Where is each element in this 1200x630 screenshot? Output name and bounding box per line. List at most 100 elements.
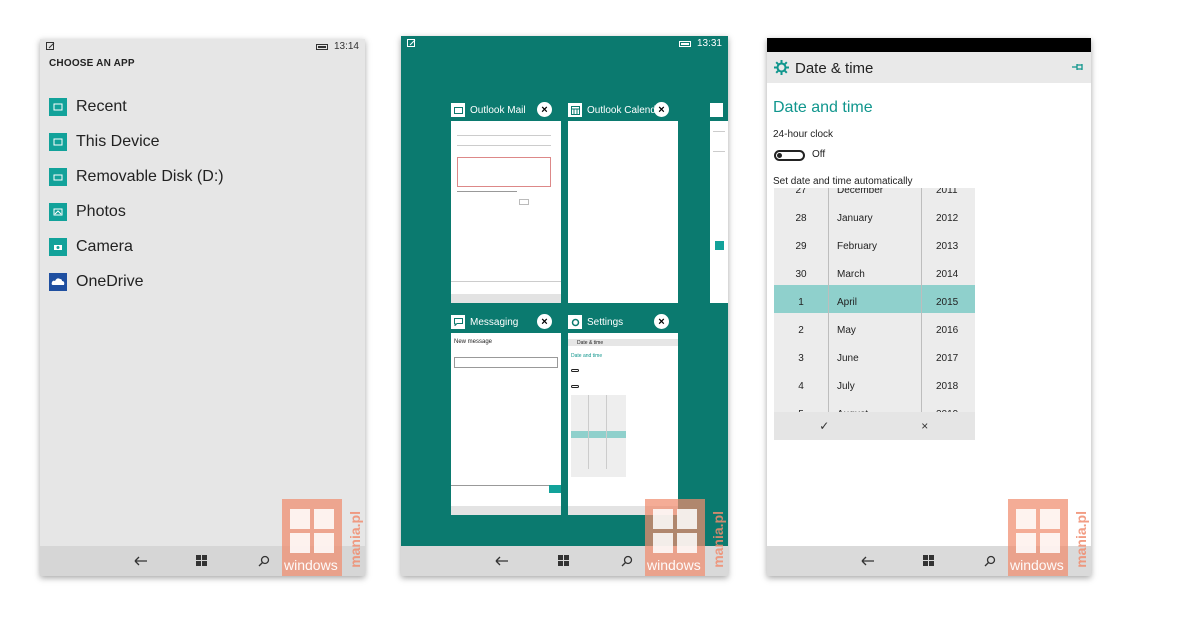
search-button[interactable] <box>612 548 642 574</box>
month-option[interactable]: July <box>829 372 921 400</box>
notification-icon <box>407 39 416 51</box>
card-title: Outlook Calend <box>587 104 656 116</box>
list-item-removable-disk[interactable]: Removable Disk (D:) <box>49 159 224 194</box>
year-option[interactable]: 2012 <box>922 204 975 232</box>
mini-header: Date & time <box>577 340 604 346</box>
day-option[interactable]: 30 <box>774 260 828 288</box>
list-item-label: Removable Disk (D:) <box>76 167 224 185</box>
mini-title: New message <box>454 339 493 345</box>
onedrive-icon <box>49 272 67 291</box>
day-option[interactable]: 27 <box>774 188 828 204</box>
close-button[interactable]: × <box>654 102 669 117</box>
day-option[interactable]: 3 <box>774 344 828 372</box>
month-option[interactable]: May <box>829 316 921 344</box>
watermark-text: windows <box>647 557 701 573</box>
notification-icon <box>46 42 55 54</box>
day-column[interactable]: 2728293012345 <box>774 188 828 412</box>
list-item-label: OneDrive <box>76 272 144 290</box>
messaging-icon <box>451 315 465 329</box>
card-title: Settings <box>587 316 624 328</box>
month-option[interactable]: June <box>829 344 921 372</box>
year-column[interactable]: 201120122013201420152016201720182019 <box>922 188 975 412</box>
task-card-outlook-calendar[interactable]: Outlook Calend × <box>568 101 678 303</box>
back-button[interactable] <box>126 548 156 574</box>
search-button[interactable] <box>249 548 279 574</box>
device-icon <box>49 132 67 151</box>
windows-icon <box>196 555 208 566</box>
search-button[interactable] <box>975 548 1005 574</box>
search-icon <box>984 555 996 567</box>
day-option[interactable]: 5 <box>774 400 828 413</box>
back-arrow-icon <box>861 556 874 566</box>
year-option[interactable]: 2011 <box>922 188 975 204</box>
date-picker[interactable]: 2728293012345 DecemberJanuaryFebruaryMar… <box>774 188 975 440</box>
month-option[interactable]: March <box>829 260 921 288</box>
month-option[interactable]: February <box>829 232 921 260</box>
pin-button[interactable] <box>1071 60 1085 75</box>
24-hour-toggle[interactable] <box>774 150 805 161</box>
day-option[interactable]: 4 <box>774 372 828 400</box>
toggle-state: Off <box>812 149 826 160</box>
back-arrow-icon <box>134 556 147 566</box>
camera-icon <box>49 237 67 256</box>
watermark: windows mania.pl <box>282 499 365 576</box>
month-option[interactable]: April <box>829 288 921 316</box>
confirm-button[interactable]: ✓ <box>774 419 875 433</box>
recent-icon <box>49 97 67 116</box>
task-card-messaging[interactable]: Messaging × New message <box>451 313 561 515</box>
search-icon <box>621 555 632 567</box>
windows-logo-icon <box>653 509 697 553</box>
task-card-settings[interactable]: Settings × Date & time Date and time <box>568 313 678 515</box>
windows-icon <box>922 555 934 566</box>
list-item-label: Photos <box>76 202 126 220</box>
task-card-partial[interactable] <box>710 101 728 303</box>
phone-date-time-settings: Date & time Date and time 24-hour clock … <box>767 38 1091 576</box>
watermark-text: windows <box>1010 557 1064 573</box>
phone-task-switcher: 13:31 Outlook Mail × Outlook Calend × Me… <box>401 36 728 576</box>
start-button[interactable] <box>187 548 217 574</box>
day-option[interactable]: 28 <box>774 204 828 232</box>
card-title: Outlook Mail <box>470 104 526 116</box>
back-button[interactable] <box>853 548 883 574</box>
year-option[interactable]: 2014 <box>922 260 975 288</box>
day-option[interactable]: 2 <box>774 316 828 344</box>
close-button[interactable]: × <box>537 314 552 329</box>
gear-icon <box>773 59 791 77</box>
year-option[interactable]: 2015 <box>922 288 975 316</box>
list-item-label: Recent <box>76 97 127 115</box>
card-preview <box>710 121 728 303</box>
windows-logo-icon <box>1016 509 1060 553</box>
start-button[interactable] <box>549 548 579 574</box>
cancel-button[interactable]: × <box>875 419 976 433</box>
day-option[interactable]: 1 <box>774 288 828 316</box>
watermark-text: windows <box>284 557 338 573</box>
day-option[interactable]: 29 <box>774 232 828 260</box>
month-column[interactable]: December January February March April May June… <box>829 188 921 412</box>
card-preview: Date & time Date and time <box>568 333 678 515</box>
task-card-outlook-mail[interactable]: Outlook Mail × <box>451 101 561 303</box>
list-item-camera[interactable]: Camera <box>49 229 224 264</box>
close-button[interactable]: × <box>654 314 669 329</box>
card-title: Messaging <box>470 316 519 328</box>
list-item-recent[interactable]: Recent <box>49 89 224 124</box>
year-option[interactable]: 2018 <box>922 372 975 400</box>
close-button[interactable]: × <box>537 102 552 117</box>
month-option[interactable]: December <box>829 188 921 204</box>
list-item-photos[interactable]: Photos <box>49 194 224 229</box>
windows-icon <box>558 555 570 566</box>
year-option[interactable]: 2016 <box>922 316 975 344</box>
year-option[interactable]: 2019 <box>922 400 975 413</box>
year-option[interactable]: 2017 <box>922 344 975 372</box>
list-item-onedrive[interactable]: OneDrive <box>49 264 224 299</box>
clock: 13:14 <box>333 41 359 52</box>
back-button[interactable] <box>487 548 517 574</box>
year-option[interactable]: 2013 <box>922 232 975 260</box>
auto-set-label: Set date and time automatically <box>773 176 913 187</box>
start-button[interactable] <box>914 548 944 574</box>
search-icon <box>258 555 270 567</box>
battery-icon <box>678 40 691 47</box>
list-item-this-device[interactable]: This Device <box>49 124 224 159</box>
month-option[interactable]: January <box>829 204 921 232</box>
month-option[interactable]: August <box>829 400 921 413</box>
list-item-label: Camera <box>76 237 133 255</box>
